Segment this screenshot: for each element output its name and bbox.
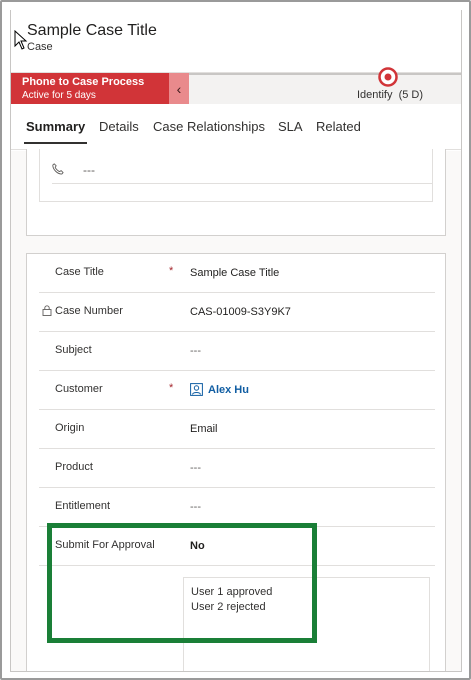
field-label: Product (55, 461, 93, 473)
field-label: Case Number (55, 305, 123, 317)
field-label: Origin (55, 422, 85, 434)
tab-case-relationships[interactable]: Case Relationships (153, 119, 265, 134)
stage-identify[interactable]: Identify (5 D) (357, 89, 423, 101)
process-flyout-button[interactable]: Phone to Case Process Active for 5 days (11, 73, 169, 105)
product-lookup[interactable]: --- (190, 462, 201, 474)
contact-card: --- (26, 149, 446, 236)
field-case-number: Case Number CAS-01009-S3Y9K7 (39, 293, 435, 332)
mouse-cursor-icon (14, 30, 28, 50)
lock-icon (42, 305, 52, 316)
phone-icon (52, 163, 64, 175)
subject-input[interactable]: --- (190, 345, 201, 357)
required-indicator: * (169, 265, 174, 277)
collapse-process-button[interactable]: ‹ (169, 73, 189, 105)
process-progress-line (189, 73, 461, 75)
customer-link[interactable]: Alex Hu (208, 384, 249, 396)
contact-icon (190, 383, 203, 396)
stage-duration: (5 D) (398, 89, 424, 101)
field-entitlement: Entitlement --- (39, 488, 435, 527)
active-stage-icon[interactable] (378, 67, 398, 87)
field-product: Product --- (39, 449, 435, 488)
tab-summary[interactable]: Summary (26, 119, 85, 134)
field-label: Subject (55, 344, 92, 356)
tab-details[interactable]: Details (99, 119, 139, 134)
field-label: Customer (55, 383, 103, 395)
field-label: Case Title (55, 266, 104, 278)
origin-select[interactable]: Email (190, 423, 218, 435)
phone-value[interactable]: --- (83, 163, 95, 177)
case-title-input[interactable]: Sample Case Title (190, 267, 279, 279)
tab-related[interactable]: Related (316, 119, 361, 134)
entity-type-label: Case (27, 41, 53, 53)
business-process-flow: Phone to Case Process Active for 5 days … (11, 67, 461, 105)
process-age: Active for 5 days (22, 90, 96, 101)
field-origin: Origin Email (39, 410, 435, 449)
process-name: Phone to Case Process (22, 76, 145, 88)
active-tab-indicator (24, 142, 87, 144)
form-tabs: Summary Details Case Relationships SLA R… (11, 104, 461, 150)
divider (52, 183, 432, 184)
chevron-left-icon: ‹ (176, 81, 182, 97)
entitlement-lookup[interactable]: --- (190, 501, 201, 513)
stage-name: Identify (357, 89, 393, 101)
field-subject: Subject --- (39, 332, 435, 371)
field-case-title: Case Title * Sample Case Title (39, 254, 435, 293)
field-customer: Customer * Alex Hu (39, 371, 435, 410)
tab-sla[interactable]: SLA (278, 119, 303, 134)
highlight-annotation (47, 523, 317, 643)
form-header: Sample Case Title Case (11, 10, 461, 72)
page-title: Sample Case Title (27, 22, 157, 39)
contact-card-inner: --- (39, 149, 433, 202)
case-number-value: CAS-01009-S3Y9K7 (190, 306, 291, 318)
required-indicator: * (169, 382, 174, 394)
field-label: Entitlement (55, 500, 111, 512)
